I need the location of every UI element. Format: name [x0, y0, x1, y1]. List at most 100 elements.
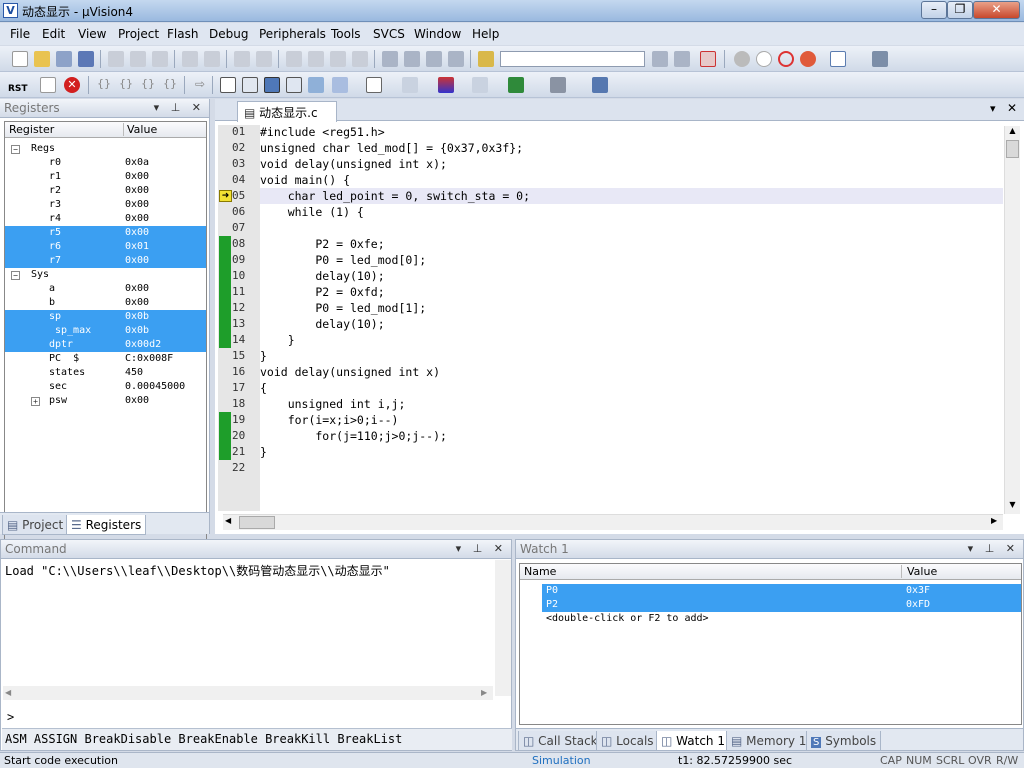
tab-memory-1[interactable]: ▤ Memory 1: [726, 731, 812, 751]
register-value[interactable]: 0x00: [125, 282, 149, 296]
register-value[interactable]: 0x00d2: [125, 338, 161, 352]
register-value[interactable]: 0x00: [125, 296, 149, 310]
tab-call-stack[interactable]: ◫ Call Stack: [518, 731, 603, 751]
tab-list-icon[interactable]: ▾: [990, 102, 996, 115]
collapse-icon[interactable]: −: [11, 145, 20, 154]
menu-tools[interactable]: Tools: [331, 27, 361, 41]
nav-back-icon[interactable]: [234, 51, 250, 67]
register-row[interactable]: r7 0x00: [5, 254, 206, 268]
next-bookmark-icon[interactable]: [330, 51, 346, 67]
register-value[interactable]: 450: [125, 366, 143, 380]
register-row[interactable]: sp 0x0b: [5, 310, 206, 324]
panel-controls[interactable]: ▾ ⊥ ✕: [968, 542, 1019, 555]
register-value[interactable]: 0x00: [125, 170, 149, 184]
scroll-left-icon[interactable]: ◀: [225, 516, 231, 525]
step-into-icon[interactable]: {}: [96, 77, 112, 93]
menu-debug[interactable]: Debug: [209, 27, 248, 41]
indent-icon[interactable]: [382, 51, 398, 67]
register-row[interactable]: sp_max 0x0b: [5, 324, 206, 338]
minimize-button[interactable]: –: [921, 1, 947, 19]
register-row[interactable]: b 0x00: [5, 296, 206, 310]
memory-windows-icon[interactable]: [366, 77, 382, 93]
clear-bookmarks-icon[interactable]: [352, 51, 368, 67]
reset-cpu-button[interactable]: RST: [8, 74, 32, 96]
code-line[interactable]: unsigned char led_mod[] = {0x37,0x3f};: [260, 140, 523, 156]
unindent-icon[interactable]: [404, 51, 420, 67]
register-value[interactable]: 0x00: [125, 184, 149, 198]
undo-icon[interactable]: [182, 51, 198, 67]
close-tab-icon[interactable]: ✕: [1007, 101, 1017, 115]
prev-bookmark-icon[interactable]: [308, 51, 324, 67]
menu-svcs[interactable]: SVCS: [373, 27, 405, 41]
expand-icon[interactable]: +: [31, 397, 40, 406]
tab-registers[interactable]: ☰ Registers: [66, 515, 147, 535]
register-row[interactable]: sec 0.00045000: [5, 380, 206, 394]
serial-windows-icon[interactable]: [402, 77, 418, 93]
register-row[interactable]: r1 0x00: [5, 170, 206, 184]
register-value[interactable]: 0x0a: [125, 156, 149, 170]
save-all-icon[interactable]: [78, 51, 94, 67]
register-value[interactable]: 0x00: [125, 394, 149, 408]
register-value[interactable]: C:0x008F: [125, 352, 173, 366]
code-line[interactable]: #include <reg51.h>: [260, 124, 385, 140]
command-hscrollbar[interactable]: ◀ ▶: [3, 686, 493, 700]
cut-icon[interactable]: [108, 51, 124, 67]
show-next-statement-icon[interactable]: ⇨: [192, 77, 208, 93]
menu-flash[interactable]: Flash: [167, 27, 198, 41]
call-stack-window-icon[interactable]: [308, 77, 324, 93]
tab-locals[interactable]: ◫ Locals: [596, 731, 659, 751]
editor-horizontal-scrollbar[interactable]: ◀ ▶: [223, 514, 1003, 530]
col-value[interactable]: Value: [901, 565, 937, 578]
panel-controls[interactable]: ▾ ⊥ ✕: [456, 542, 507, 555]
tab-project[interactable]: ▤ Project: [2, 515, 69, 535]
register-row[interactable]: − Regs: [5, 142, 206, 156]
register-value[interactable]: 0.00045000: [125, 380, 185, 394]
code-line[interactable]: P2 = 0xfe;: [260, 236, 384, 252]
close-button[interactable]: ✕: [973, 1, 1020, 19]
insert-breakpoint-icon[interactable]: [734, 51, 750, 67]
bookmark-icon[interactable]: [286, 51, 302, 67]
step-over-icon[interactable]: {}: [118, 77, 134, 93]
register-row[interactable]: states 450: [5, 366, 206, 380]
command-vscrollbar[interactable]: [495, 560, 511, 696]
register-value[interactable]: 0x00: [125, 198, 149, 212]
register-row[interactable]: dptr 0x00d2: [5, 338, 206, 352]
code-line[interactable]: delay(10);: [260, 268, 384, 284]
watch-row[interactable]: <double-click or F2 to add>: [542, 612, 1021, 626]
watch-expression[interactable]: P0: [546, 584, 558, 598]
code-line[interactable]: }: [260, 444, 267, 460]
find-in-files-icon[interactable]: [478, 51, 494, 67]
menu-window[interactable]: Window: [414, 27, 461, 41]
register-value[interactable]: 0x00: [125, 212, 149, 226]
tab-watch-1[interactable]: ◫ Watch 1: [656, 731, 730, 751]
register-value[interactable]: 0x00: [125, 254, 149, 268]
code-line[interactable]: unsigned int i,j;: [260, 396, 406, 412]
scroll-down-icon[interactable]: ▼: [1005, 500, 1020, 514]
register-row[interactable]: a 0x00: [5, 282, 206, 296]
debug-session-icon[interactable]: [700, 51, 716, 67]
step-out-icon[interactable]: {}: [140, 77, 156, 93]
register-row[interactable]: + psw 0x00: [5, 394, 206, 408]
watch-row[interactable]: P0 0x3F: [542, 584, 1021, 598]
window-layout-icon[interactable]: [830, 51, 846, 67]
register-row[interactable]: r3 0x00: [5, 198, 206, 212]
maximize-button[interactable]: ❐: [947, 1, 973, 19]
find-icon[interactable]: [652, 51, 668, 67]
uvision-app-icon[interactable]: V: [3, 3, 18, 18]
menu-peripherals[interactable]: Peripherals: [259, 27, 326, 41]
enable-breakpoint-icon[interactable]: [756, 51, 772, 67]
run-to-cursor-icon[interactable]: {}: [162, 77, 178, 93]
code-line[interactable]: delay(10);: [260, 316, 384, 332]
command-prompt[interactable]: >: [7, 710, 14, 724]
register-value[interactable]: 0x01: [125, 240, 149, 254]
register-value[interactable]: 0x0b: [125, 310, 149, 324]
trace-windows-icon[interactable]: [472, 77, 488, 93]
code-line[interactable]: for(j=110;j>0;j--);: [260, 428, 447, 444]
scroll-right-icon[interactable]: ▶: [991, 516, 997, 525]
watch-expression[interactable]: P2: [546, 598, 558, 612]
code-line[interactable]: while (1) {: [260, 204, 364, 220]
disable-breakpoints-icon[interactable]: [778, 51, 794, 67]
watch-expression[interactable]: <double-click or F2 to add>: [546, 612, 709, 626]
editor-vertical-scrollbar[interactable]: ▲ ▼: [1004, 126, 1020, 514]
new-file-icon[interactable]: [12, 51, 28, 67]
